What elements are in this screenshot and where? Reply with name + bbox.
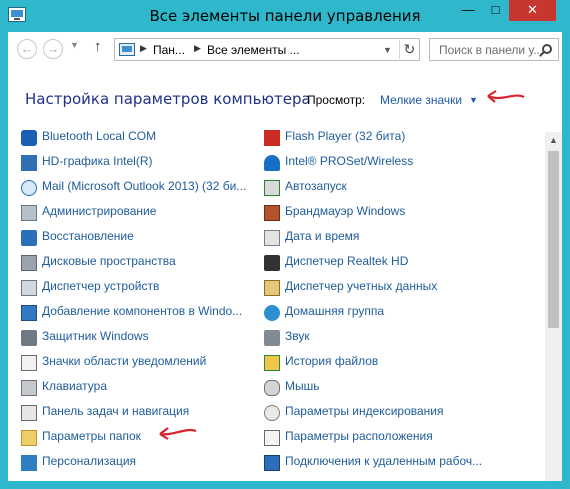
list-item[interactable]: Персонализация [21, 453, 251, 473]
title-bar[interactable]: Все элементы панели управления — □ ✕ [0, 0, 570, 32]
list-item[interactable]: Автозапуск [264, 178, 499, 198]
notification-area-icon [21, 355, 37, 371]
file-history-icon [264, 355, 280, 371]
list-item[interactable]: Панель задач и навигация [21, 403, 251, 423]
list-item[interactable]: Звук [264, 328, 499, 348]
list-item[interactable]: Диспетчер Realtek HD [264, 253, 499, 273]
firewall-icon [264, 205, 280, 221]
breadcrumb-all-items[interactable]: Все элементы ... [207, 43, 300, 57]
address-bar[interactable]: ▶ Пан... ▶ Все элементы ... ▼ ↻ [114, 38, 420, 61]
control-panel-icon [119, 43, 135, 56]
sound-icon [264, 330, 280, 346]
breadcrumb-control-panel[interactable]: Пан... [153, 43, 185, 57]
up-button[interactable]: ↑ [94, 38, 102, 55]
address-dropdown-icon[interactable]: ▼ [383, 45, 392, 55]
content-pane: Настройка параметров компьютера Просмотр… [8, 66, 562, 481]
search-icon[interactable] [542, 44, 552, 54]
vertical-scrollbar[interactable]: ▲ [545, 132, 562, 481]
homegroup-icon [264, 305, 280, 321]
flash-player-icon [264, 130, 280, 146]
device-manager-icon [21, 280, 37, 296]
list-item[interactable]: История файлов [264, 353, 499, 373]
chevron-down-icon[interactable]: ▼ [469, 95, 478, 105]
minimize-button[interactable]: — [454, 0, 482, 21]
annotation-arrow-icon [487, 90, 525, 103]
list-item[interactable]: Добавление компонентов в Windo... [21, 303, 251, 323]
close-button[interactable]: ✕ [509, 0, 556, 21]
list-item[interactable]: Параметры расположения [264, 428, 499, 448]
administrative-tools-icon [21, 205, 37, 221]
scrollbar-thumb[interactable] [548, 151, 559, 328]
add-features-icon [21, 305, 37, 321]
location-settings-icon [264, 430, 280, 446]
intel-graphics-icon [21, 155, 37, 171]
bluetooth-icon [21, 130, 37, 146]
list-item[interactable]: Параметры папок [21, 428, 251, 448]
list-item[interactable]: Дисковые пространства [21, 253, 251, 273]
date-time-icon [264, 230, 280, 246]
search-input[interactable]: Поиск в панели у... [429, 38, 559, 61]
chevron-right-icon[interactable]: ▶ [194, 43, 201, 54]
list-item[interactable]: Защитник Windows [21, 328, 251, 348]
list-item[interactable]: Клавиатура [21, 378, 251, 398]
window-frame: Все элементы панели управления — □ ✕ ← →… [0, 0, 570, 489]
address-toolbar: ← → ▼ ↑ ▶ Пан... ▶ Все элементы ... ▼ ↻ … [8, 32, 562, 66]
list-item[interactable]: Параметры индексирования [264, 403, 499, 423]
page-title: Настройка параметров компьютера [25, 90, 311, 108]
forward-button[interactable]: → [43, 39, 63, 59]
scroll-up-icon[interactable]: ▲ [545, 132, 562, 149]
list-item[interactable]: Домашняя группа [264, 303, 499, 323]
list-item[interactable]: Дата и время [264, 228, 499, 248]
mouse-icon [264, 380, 280, 396]
list-item[interactable]: Mail (Microsoft Outlook 2013) (32 би... [21, 178, 251, 198]
recent-locations-dropdown[interactable]: ▼ [70, 40, 79, 50]
list-item[interactable]: Bluetooth Local COM [21, 128, 251, 148]
chevron-right-icon[interactable]: ▶ [140, 43, 147, 54]
indexing-options-icon [264, 405, 280, 421]
list-item[interactable]: HD-графика Intel(R) [21, 153, 251, 173]
autoplay-icon [264, 180, 280, 196]
list-item[interactable]: Диспетчер устройств [21, 278, 251, 298]
back-button[interactable]: ← [17, 39, 37, 59]
list-item[interactable]: Администрирование [21, 203, 251, 223]
list-item[interactable]: Брандмауэр Windows [264, 203, 499, 223]
list-item[interactable]: Подключения к удаленным рабоч... [264, 453, 499, 473]
windows-defender-icon [21, 330, 37, 346]
recovery-icon [21, 230, 37, 246]
list-item[interactable]: Восстановление [21, 228, 251, 248]
credential-manager-icon [264, 280, 280, 296]
list-item[interactable]: Значки области уведомлений [21, 353, 251, 373]
folder-options-icon [21, 430, 37, 446]
personalization-icon [21, 455, 37, 471]
view-mode-dropdown[interactable]: Мелкие значки [380, 93, 462, 107]
realtek-icon [264, 255, 280, 271]
list-item[interactable]: Intel® PROSet/Wireless [264, 153, 499, 173]
list-item[interactable]: Мышь [264, 378, 499, 398]
maximize-button[interactable]: □ [482, 0, 509, 21]
mail-icon [21, 180, 37, 196]
remote-desktop-icon [264, 455, 280, 471]
view-label: Просмотр: [307, 93, 366, 107]
taskbar-icon [21, 405, 37, 421]
keyboard-icon [21, 380, 37, 396]
wireless-icon [264, 155, 280, 171]
list-item[interactable]: Flash Player (32 бита) [264, 128, 499, 148]
list-item[interactable]: Диспетчер учетных данных [264, 278, 499, 298]
search-placeholder: Поиск в панели у... [439, 43, 544, 57]
refresh-button[interactable]: ↻ [399, 40, 419, 59]
storage-spaces-icon [21, 255, 37, 271]
